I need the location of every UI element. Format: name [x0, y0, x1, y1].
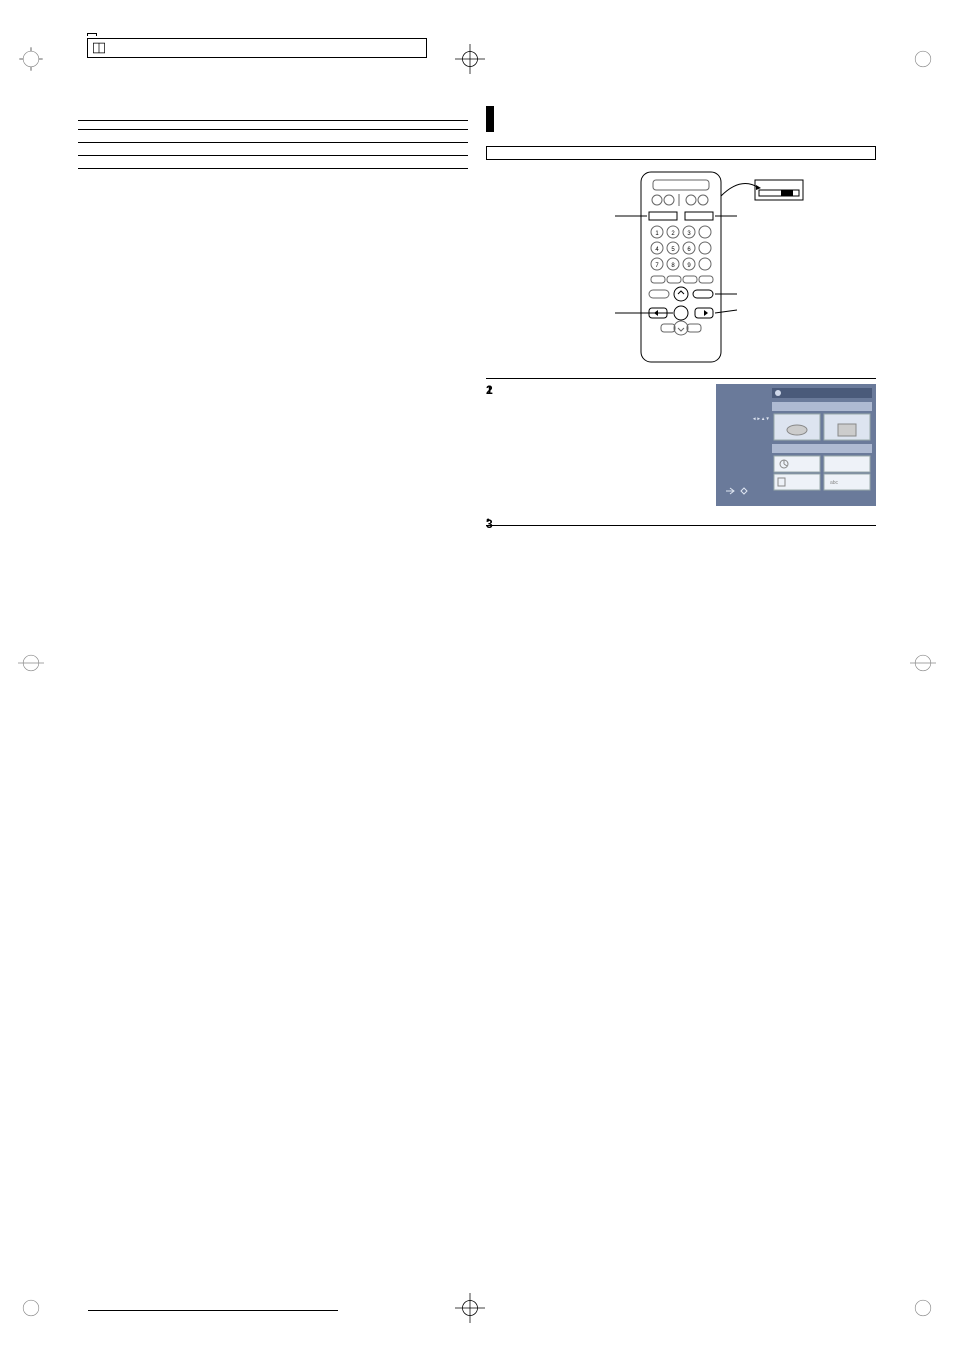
svg-text:6: 6: [687, 247, 691, 253]
remote-control-diagram: 1 2 3 4 5 6 7 8 9: [541, 166, 821, 366]
registration-mark-icon: [18, 1295, 44, 1321]
book-icon: [92, 41, 106, 55]
crosshair-icon: [455, 1293, 485, 1323]
filename-label: [87, 33, 97, 36]
svg-text:1: 1: [655, 231, 659, 237]
svg-text:8: 8: [671, 263, 675, 269]
svg-text:7: 7: [655, 263, 659, 269]
footer-meta: [88, 1308, 338, 1311]
title-bar-icon: [486, 106, 494, 132]
registration-mark-icon: [18, 46, 44, 72]
modify-playlist-name-title: [78, 153, 468, 156]
svg-text:3: 3: [687, 231, 691, 237]
svg-text:4: 4: [655, 247, 659, 253]
modify-index-title: [78, 140, 468, 143]
registration-mark-icon: [18, 650, 44, 676]
register-disc-title: [486, 523, 876, 526]
scan-title: [486, 376, 876, 379]
svg-text:abc: abc: [830, 480, 839, 486]
delete-playlist-title: [78, 127, 468, 130]
svg-text:9: 9: [687, 263, 691, 269]
svg-text:◄►▲▼: ◄►▲▼: [752, 416, 770, 421]
navigation-screen-diagram: abc ◄►▲▼: [716, 384, 876, 506]
registration-mark-icon: [910, 1295, 936, 1321]
registration-mark-icon: [910, 650, 936, 676]
modify-category-title: [78, 166, 468, 169]
svg-text:2: 2: [671, 231, 675, 237]
svg-text:5: 5: [671, 247, 675, 253]
